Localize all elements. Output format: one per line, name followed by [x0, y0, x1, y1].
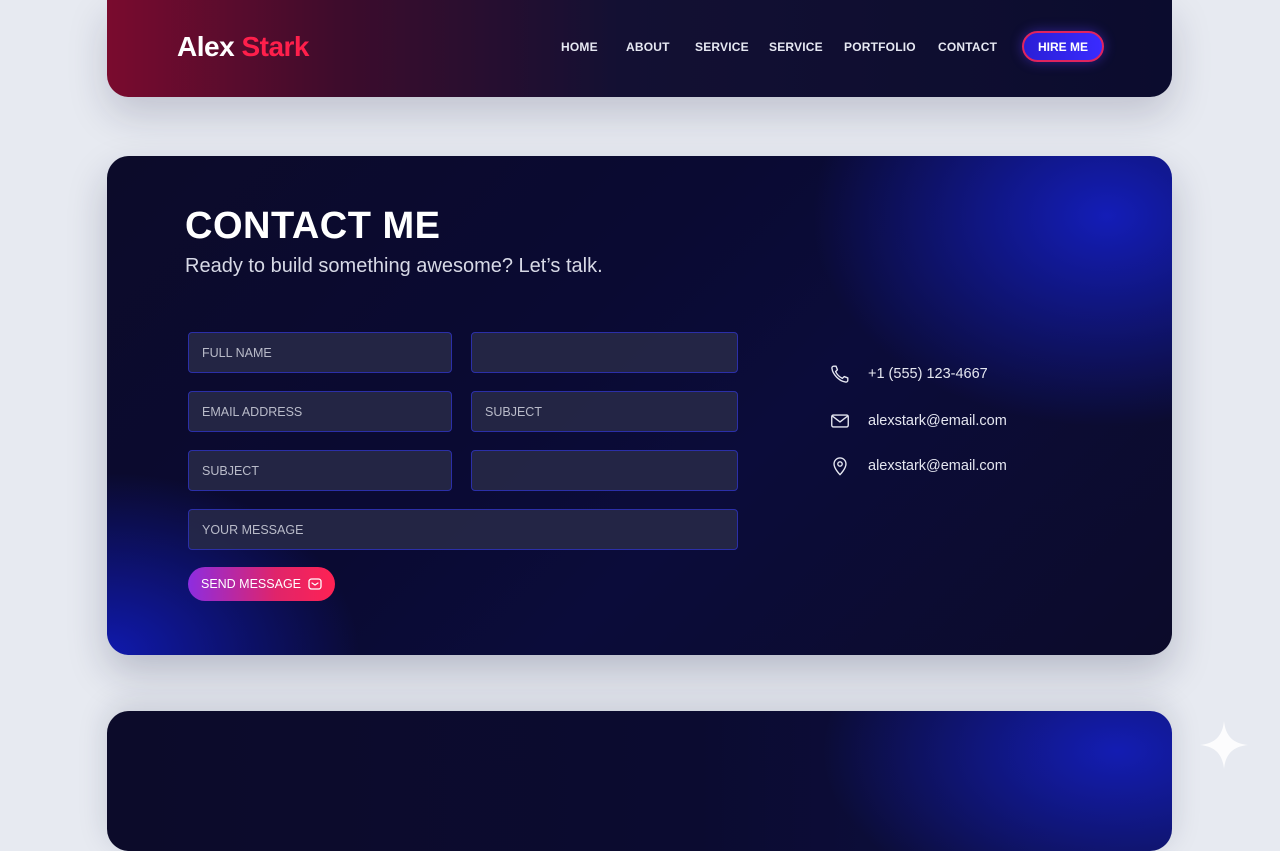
blank-input-2[interactable]: [471, 450, 738, 491]
map-pin-icon: [829, 455, 851, 477]
send-message-button[interactable]: SEND MESSAGE: [188, 567, 335, 601]
next-section: [107, 711, 1172, 851]
subject-input-left[interactable]: [188, 450, 452, 491]
nav-service-2[interactable]: SERVICE: [769, 38, 823, 56]
phone-number[interactable]: +1 (555) 123-4667: [868, 366, 988, 382]
email-row: alexstark@email.com: [829, 410, 1007, 432]
subject-input-right[interactable]: [471, 391, 738, 432]
logo-first-name: Alex: [177, 31, 235, 62]
email-input[interactable]: [188, 391, 452, 432]
nav-contact[interactable]: CONTACT: [938, 38, 997, 56]
nav-home[interactable]: HOME: [561, 38, 598, 56]
hire-me-button[interactable]: HIRE ME: [1022, 31, 1104, 62]
contact-title: CONTACT ME: [185, 205, 441, 247]
send-message-label: SEND MESSAGE: [200, 577, 302, 591]
contact-section: CONTACT ME Ready to build something awes…: [107, 156, 1172, 655]
location-text[interactable]: alexstark@email.com: [868, 458, 1007, 474]
mail-icon: [829, 410, 851, 432]
nav-portfolio[interactable]: PORTFOLIO: [844, 38, 916, 56]
contact-subtitle: Ready to build something awesome? Let’s …: [185, 255, 603, 277]
message-icon: [308, 577, 322, 591]
logo[interactable]: Alex Stark: [177, 30, 309, 64]
full-name-input[interactable]: [188, 332, 452, 373]
phone-icon: [829, 363, 851, 385]
location-row: alexstark@email.com: [829, 455, 1007, 477]
nav-service[interactable]: SERVICE: [695, 38, 749, 56]
phone-row: +1 (555) 123-4667: [829, 363, 988, 385]
blank-input-1[interactable]: [471, 332, 738, 373]
site-header: Alex Stark HOME ABOUT SERVICE SERVICE PO…: [107, 0, 1172, 97]
message-input[interactable]: [188, 509, 738, 550]
email-address[interactable]: alexstark@email.com: [868, 413, 1007, 429]
sparkle-icon: [1198, 719, 1250, 771]
logo-last-name: Stark: [241, 31, 309, 62]
nav-about[interactable]: ABOUT: [626, 38, 670, 56]
